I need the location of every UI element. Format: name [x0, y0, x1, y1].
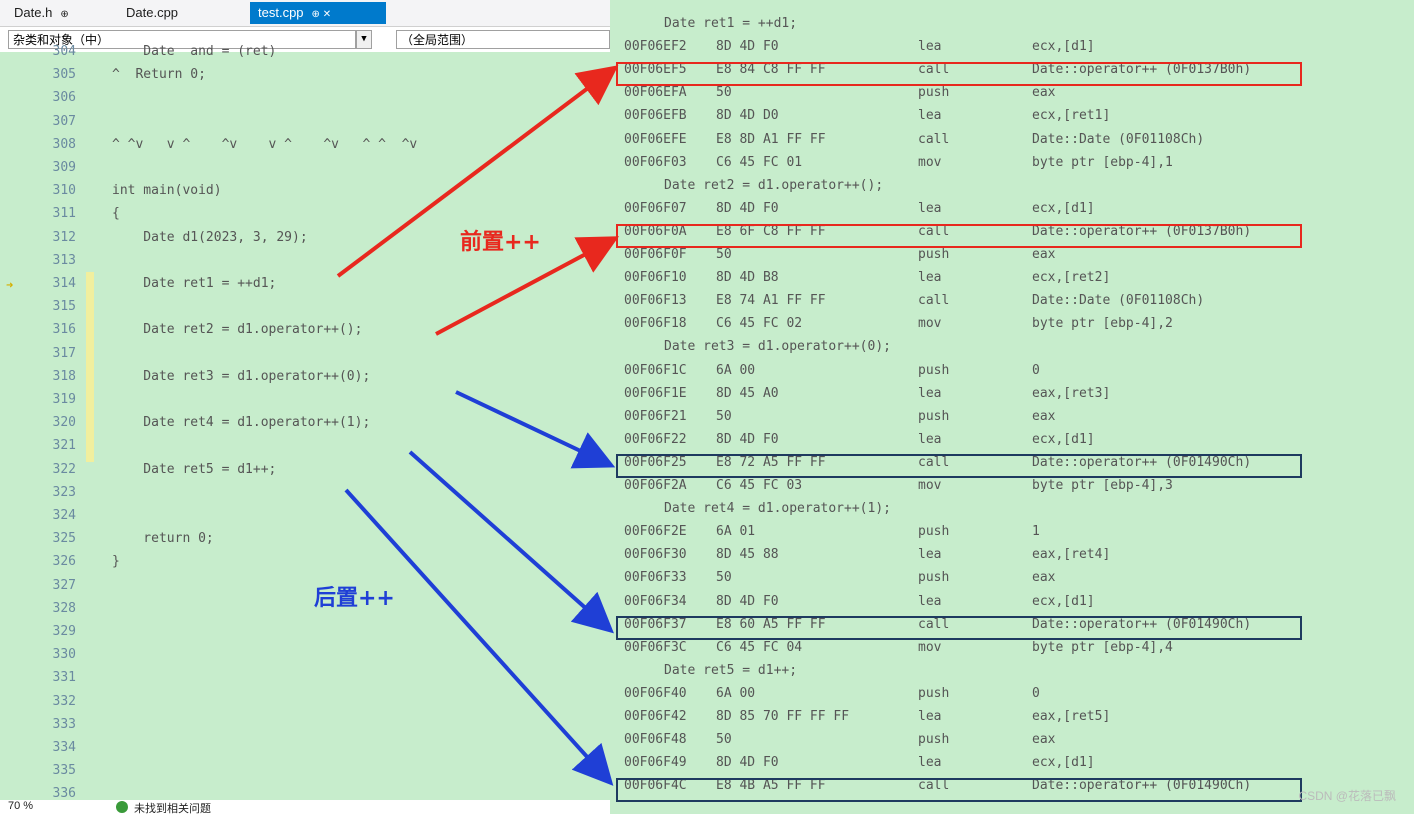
arrow-postfix-1: [455, 390, 616, 469]
prefix-annotation: 前置++: [460, 230, 541, 255]
watermark: CSDN @花落已飘: [1298, 789, 1396, 803]
arrow-postfix-2: [408, 450, 614, 634]
annotation-arrows: [336, 65, 620, 786]
postfix-annotation: 后置++: [314, 586, 395, 611]
arrow-postfix-3: [344, 488, 614, 786]
